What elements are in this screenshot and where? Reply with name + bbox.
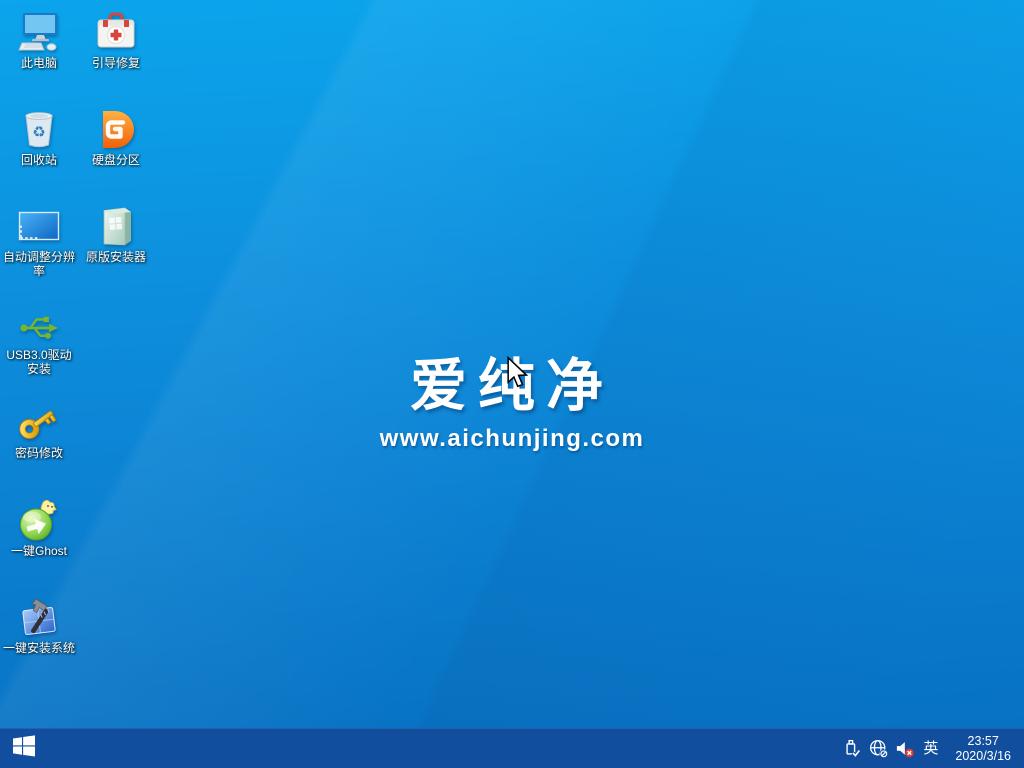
start-button[interactable]: [0, 729, 48, 768]
volume-muted-icon[interactable]: [894, 738, 915, 759]
taskbar-clock[interactable]: 23:57 2020/3/16: [951, 734, 1015, 764]
taskbar: 英 23:57 2020/3/16: [0, 728, 1024, 768]
desktop-icon-recycle-bin[interactable]: ♻ 回收站: [1, 107, 77, 167]
desktop-icon-password-change[interactable]: 密码修改: [1, 400, 77, 460]
this-pc-icon: [17, 10, 61, 54]
desktop-icon-onekey-install[interactable]: 一键安装系统: [1, 595, 77, 655]
desktop-icon-this-pc[interactable]: 此电脑: [1, 10, 77, 70]
display-icon: [17, 204, 61, 248]
desktop-icon-auto-resolution[interactable]: 自动调整分辨率: [1, 204, 77, 278]
usb-connector-icon: [17, 302, 61, 346]
desktop: 此电脑 引导修复 ♻ 回收站: [0, 0, 1024, 728]
recycle-bin-icon: ♻: [17, 107, 61, 151]
network-offline-icon[interactable]: [868, 738, 889, 759]
desktop-icon-disk-partition[interactable]: 硬盘分区: [78, 107, 154, 167]
software-box-icon: [94, 204, 138, 248]
watermark-title: 爱纯净: [380, 340, 645, 422]
hammer-setup-icon: [17, 595, 61, 639]
language-indicator[interactable]: 英: [920, 738, 941, 759]
desktop-icon-usb3-driver[interactable]: USB3.0驱动安装: [1, 302, 77, 376]
usb-device-icon[interactable]: [842, 738, 863, 759]
mouse-cursor: [506, 356, 528, 393]
icon-label: 引导修复: [78, 56, 154, 70]
first-aid-kit-icon: [94, 10, 138, 54]
icon-label: 原版安装器: [78, 250, 154, 264]
icon-label: 自动调整分辨率: [1, 250, 77, 278]
windows-logo-icon: [13, 735, 35, 762]
icon-label: 一键安装系统: [1, 641, 77, 655]
icon-label: USB3.0驱动安装: [1, 348, 77, 376]
diskgenius-icon: [94, 107, 138, 151]
clock-time: 23:57: [968, 734, 999, 749]
watermark-url: www.aichunjing.com: [380, 425, 645, 453]
icon-label: 密码修改: [1, 446, 77, 460]
icon-label: 一键Ghost: [1, 544, 77, 558]
icon-label: 硬盘分区: [78, 153, 154, 167]
system-tray: 英 23:57 2020/3/16: [842, 734, 1024, 764]
desktop-icon-original-installer[interactable]: 原版安装器: [78, 204, 154, 264]
icon-label: 此电脑: [1, 56, 77, 70]
wallpaper-watermark: 爱纯净 www.aichunjing.com: [380, 340, 645, 453]
desktop-icon-boot-repair[interactable]: 引导修复: [78, 10, 154, 70]
ghost-sphere-icon: [17, 498, 61, 542]
svg-text:♻: ♻: [32, 123, 45, 141]
key-icon: [17, 400, 61, 444]
clock-date: 2020/3/16: [955, 749, 1011, 764]
desktop-icon-onekey-ghost[interactable]: 一键Ghost: [1, 498, 77, 558]
icon-label: 回收站: [1, 153, 77, 167]
